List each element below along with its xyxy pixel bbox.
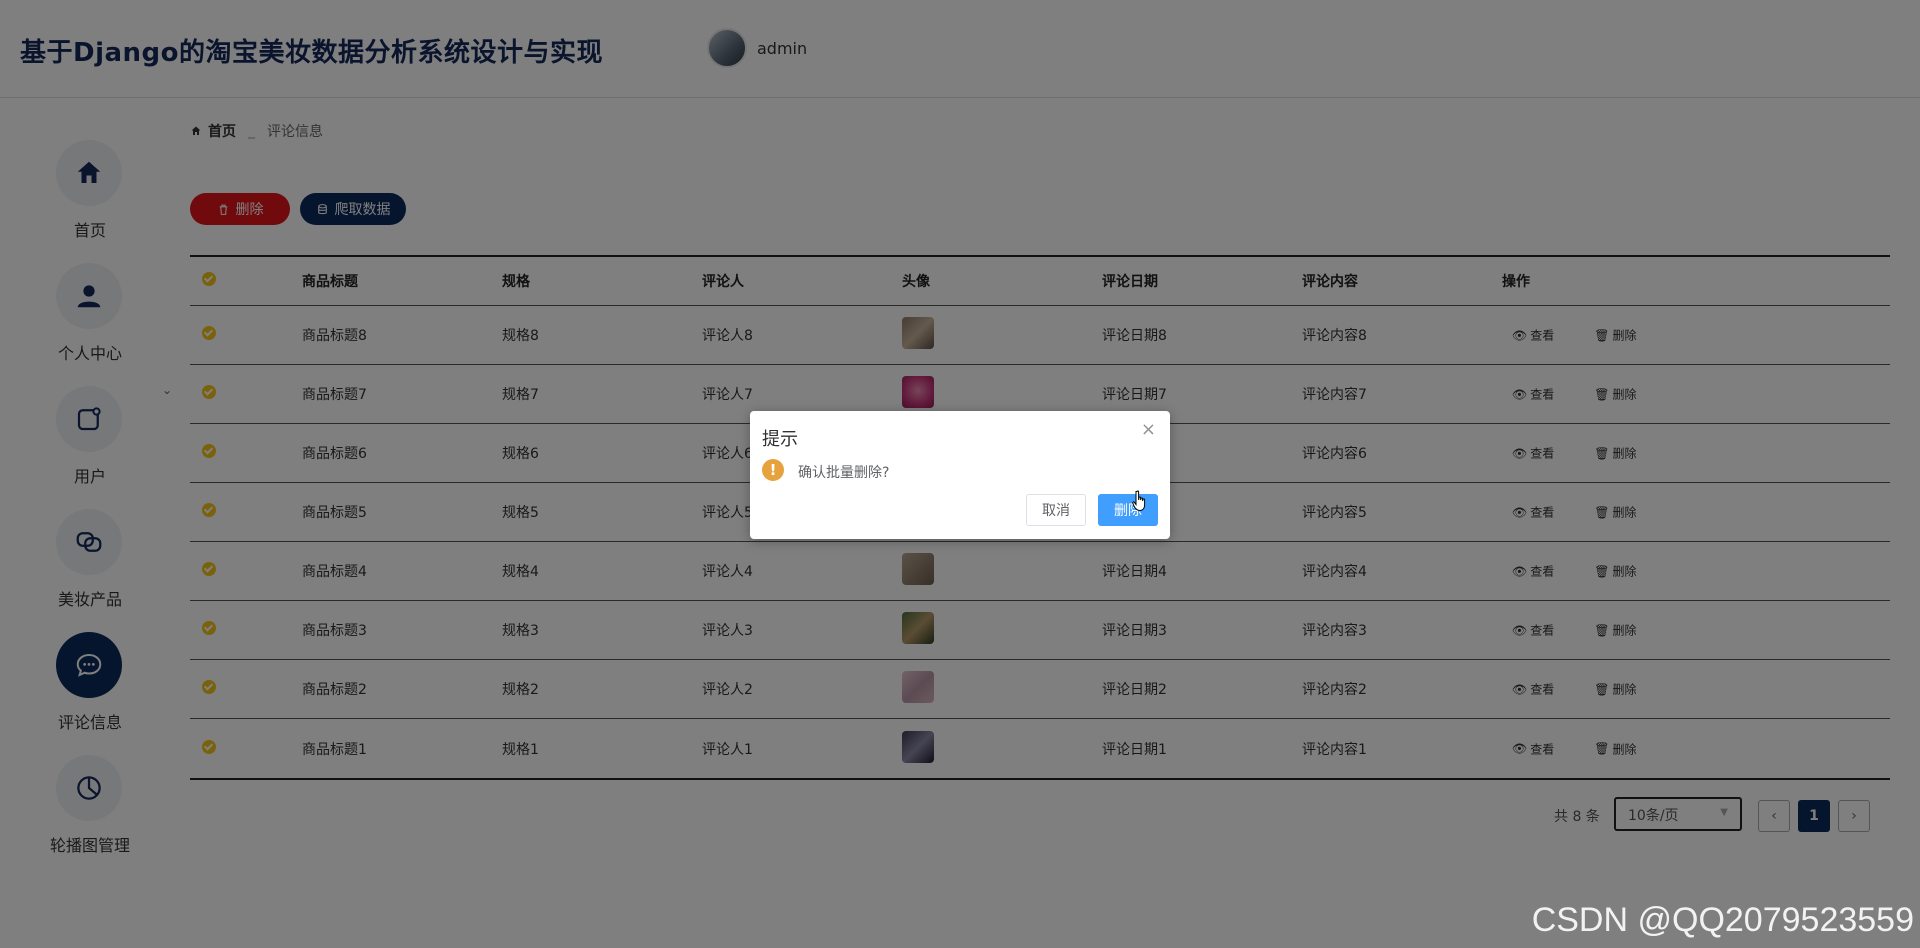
hand-cursor-icon [1132, 490, 1146, 512]
warning-icon: ! [762, 459, 784, 481]
close-icon[interactable]: × [1141, 419, 1156, 440]
dialog-message: 确认批量删除? [798, 465, 890, 481]
watermark: CSDN @QQ2079523559 [1531, 901, 1914, 939]
dialog-title: 提示 [762, 429, 798, 450]
confirm-dialog: 提示 × ! 确认批量删除? 取消 删除 [750, 411, 1170, 539]
confirm-delete-button[interactable]: 删除 [1098, 494, 1158, 526]
cancel-button[interactable]: 取消 [1026, 494, 1086, 526]
